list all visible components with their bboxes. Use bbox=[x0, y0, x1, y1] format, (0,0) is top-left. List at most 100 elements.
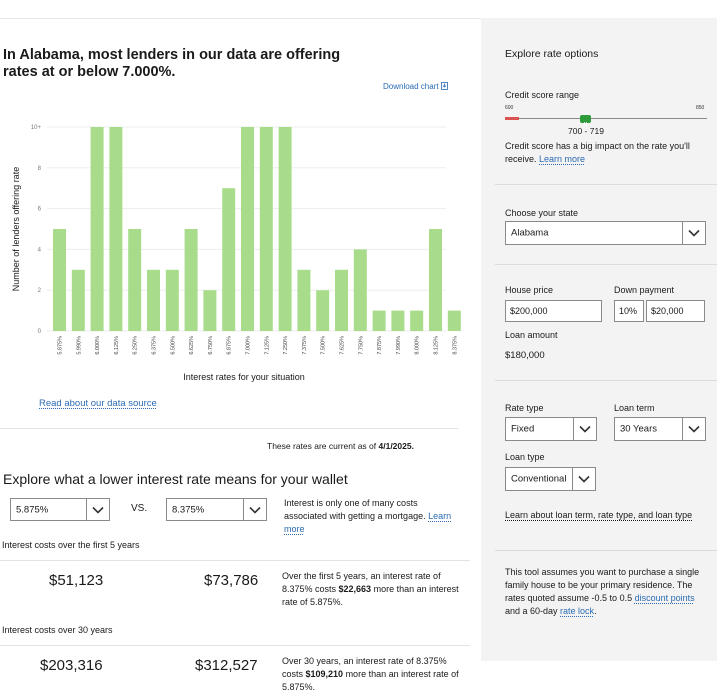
thirty-year-diff: $109,210 bbox=[305, 669, 344, 679]
panel-divider-4 bbox=[495, 550, 717, 551]
thirty-year-description: Over 30 years, an interest rate of 8.375… bbox=[282, 655, 462, 694]
explore-title: Explore what a lower interest rate means… bbox=[3, 471, 348, 487]
read-data-source-link[interactable]: Read about our data source bbox=[39, 398, 157, 409]
chevron-down-icon bbox=[92, 506, 104, 514]
bar bbox=[203, 290, 217, 331]
loan-term-chevron-box bbox=[682, 418, 705, 440]
credit-score-value: 700 - 719 bbox=[568, 126, 604, 136]
house-price-input[interactable]: $200,000 bbox=[505, 300, 602, 322]
credit-score-slider[interactable] bbox=[505, 115, 707, 126]
five-year-diff: $22,663 bbox=[338, 584, 372, 594]
thirty-year-value-a: $203,316 bbox=[40, 657, 103, 674]
bar bbox=[184, 229, 198, 331]
bar bbox=[429, 229, 442, 331]
loan-type-label: Loan type bbox=[505, 452, 545, 462]
y-tick-label: 0 bbox=[38, 329, 42, 335]
chevron-down-icon bbox=[578, 475, 590, 483]
bar bbox=[297, 269, 311, 331]
x-tick-label: 7.500% bbox=[321, 336, 327, 355]
panel-divider-3 bbox=[495, 380, 717, 381]
y-axis-label: Number of lenders offering rate bbox=[11, 167, 21, 291]
loan-amount-label: Loan amount bbox=[505, 330, 558, 340]
rate-a-value: 5.875% bbox=[16, 504, 49, 515]
y-tick-label: 6 bbox=[38, 207, 42, 213]
chevron-down-icon bbox=[688, 425, 700, 433]
download-chart-link[interactable]: Download chart bbox=[383, 82, 448, 91]
x-tick-label: 6.875% bbox=[227, 336, 233, 355]
y-tick-label: 2 bbox=[38, 288, 42, 294]
rate-b-select[interactable]: 8.375% bbox=[166, 498, 267, 521]
x-tick-label: 7.990% bbox=[396, 336, 402, 355]
five-year-divider bbox=[0, 560, 470, 561]
bar bbox=[147, 269, 160, 331]
down-payment-amount-input[interactable]: $20,000 bbox=[646, 300, 705, 322]
rate-distribution-chart: 0 2 4 6 8 10+ 5.875% 5.990% 6.000% 6.125% 6.250% 6.… bbox=[11, 125, 461, 382]
five-year-description: Over the first 5 years, an interest rate… bbox=[282, 570, 464, 609]
credit-note-text: Credit score has a big impact on the rat… bbox=[505, 141, 690, 164]
interest-note-text: Interest is only one of many costs assoc… bbox=[284, 498, 426, 521]
credit-max: 850 bbox=[696, 105, 705, 111]
y-tick-label: 4 bbox=[38, 247, 42, 253]
x-tick-label: 6.125% bbox=[114, 336, 120, 355]
chart-headline: In Alabama, most lenders in our data are… bbox=[3, 47, 341, 80]
rate-b-chevron-box bbox=[243, 499, 266, 520]
bar bbox=[165, 269, 179, 331]
loan-type-chevron-box bbox=[572, 468, 595, 490]
credit-score-label: Credit score range bbox=[505, 90, 580, 100]
x-tick-label: 8.375% bbox=[452, 336, 458, 355]
assumptions-note: This tool assumes you want to purchase a… bbox=[505, 566, 707, 618]
loan-type-select[interactable]: Conventional bbox=[505, 467, 596, 491]
x-tick-label: 7.750% bbox=[358, 336, 364, 355]
chevron-down-icon bbox=[579, 425, 591, 433]
bar bbox=[447, 310, 461, 331]
rate-a-select[interactable]: 5.875% bbox=[10, 498, 110, 521]
state-label: Choose your state bbox=[505, 208, 579, 218]
five-year-label: Interest costs over the first 5 years bbox=[2, 540, 140, 550]
panel-divider-1 bbox=[495, 184, 717, 185]
thirty-year-label: Interest costs over 30 years bbox=[2, 625, 113, 635]
house-price-label: House price bbox=[505, 285, 554, 295]
bar bbox=[335, 269, 348, 331]
discount-points-link[interactable]: discount points bbox=[635, 593, 695, 603]
state-select[interactable]: Alabama bbox=[505, 221, 706, 245]
x-tick-label: 8.125% bbox=[434, 336, 440, 355]
assumptions-text-3: . bbox=[594, 606, 597, 616]
loan-term-select[interactable]: 30 Years bbox=[614, 417, 706, 441]
bar bbox=[391, 310, 405, 331]
rate-b-value: 8.375% bbox=[172, 504, 205, 515]
assumptions-text-2: and a 60-day bbox=[505, 606, 561, 616]
down-payment-percent: 10% bbox=[619, 306, 638, 316]
bar bbox=[222, 188, 236, 331]
credit-note: Credit score has a big impact on the rat… bbox=[505, 140, 705, 166]
slider-track bbox=[505, 118, 707, 119]
panel-title: Explore rate options bbox=[505, 48, 599, 60]
rates-current-note: These rates are current as of 4/1/2025. bbox=[267, 441, 414, 451]
download-icon bbox=[440, 82, 448, 90]
x-tick-label: 6.000% bbox=[95, 336, 101, 355]
bar bbox=[71, 269, 85, 331]
thirty-year-divider bbox=[0, 645, 470, 646]
thirty-year-value-b: $312,527 bbox=[195, 657, 258, 674]
slider-thumb[interactable] bbox=[580, 115, 592, 126]
x-tick-label: 6.375% bbox=[152, 336, 158, 355]
rate-lock-link[interactable]: rate lock bbox=[560, 606, 594, 616]
learn-loan-options-link[interactable]: Learn about loan term, rate type, and lo… bbox=[505, 509, 705, 522]
rate-type-select[interactable]: Fixed bbox=[505, 417, 597, 441]
bar bbox=[316, 290, 330, 331]
credit-learn-more-link[interactable]: Learn more bbox=[539, 154, 585, 164]
bar bbox=[353, 249, 367, 331]
bar bbox=[410, 310, 424, 331]
rate-type-value: Fixed bbox=[511, 423, 535, 435]
state-chevron-box bbox=[682, 222, 705, 244]
x-axis-label: Interest rates for your situation bbox=[183, 372, 305, 382]
loan-type-value: Conventional bbox=[511, 473, 567, 485]
chevron-down-icon bbox=[249, 506, 261, 514]
bar bbox=[128, 229, 142, 331]
credit-min: 600 bbox=[505, 105, 514, 111]
x-tick-label: 7.250% bbox=[283, 336, 289, 355]
down-payment-percent-input[interactable]: 10% bbox=[614, 300, 644, 322]
rates-current-date: 4/1/2025. bbox=[378, 441, 414, 451]
rate-type-chevron-box bbox=[573, 418, 596, 440]
x-tick-label: 6.625% bbox=[189, 336, 195, 355]
y-tick-label: 8 bbox=[38, 166, 42, 172]
